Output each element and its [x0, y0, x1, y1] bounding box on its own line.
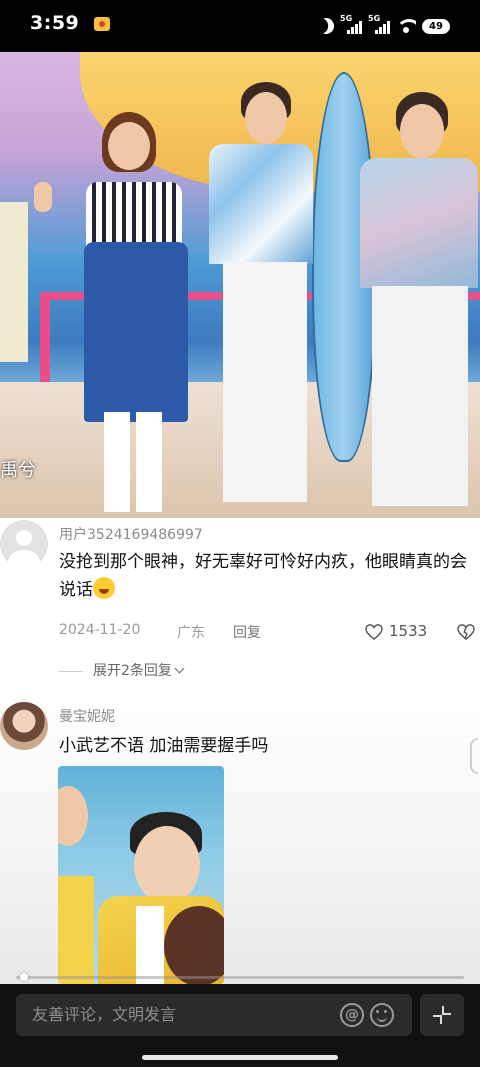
video-caption: 禹兮 — [0, 460, 36, 481]
comment-input[interactable]: 友善评论，文明发言 @ — [16, 994, 412, 1036]
emoji-icon[interactable] — [370, 1003, 394, 1027]
comment-text-content: 没抢到那个眼神，好无辜好可怜好内疚，他眼睛真的会说话 — [59, 552, 467, 600]
like-count: 1533 — [389, 622, 428, 640]
person-left-edge — [0, 182, 52, 362]
comment-input-placeholder: 友善评论，文明发言 — [32, 1005, 177, 1024]
battery-icon: 49 — [422, 18, 450, 34]
collapse-button[interactable] — [420, 994, 464, 1036]
video-player[interactable]: 禹兮 — [0, 52, 480, 518]
status-indicators: 5G 5G 49 — [318, 14, 450, 38]
person-woman — [80, 112, 190, 512]
avatar[interactable] — [0, 702, 48, 750]
comment-list[interactable]: 用户3524169486997 没抢到那个眼神，好无辜好可怜好内疚，他眼睛真的会… — [0, 518, 480, 984]
video-progress-bar[interactable] — [16, 973, 464, 981]
chevron-down-icon — [174, 663, 185, 674]
at-icon[interactable]: @ — [340, 1003, 364, 1027]
comment-image[interactable] — [58, 766, 224, 984]
status-bar: 3:59 5G 5G 49 — [0, 0, 480, 52]
expand-replies-label: 展开2条回复 — [93, 663, 172, 679]
comment-meta: 2024-11-20 广东 回复 1533 — [59, 622, 480, 642]
avatar[interactable] — [0, 520, 48, 568]
expand-replies-button[interactable]: 展开2条回复 — [59, 660, 185, 680]
side-handle[interactable] — [470, 738, 478, 774]
person-man-middle — [205, 82, 315, 512]
reply-button[interactable]: 回复 — [233, 622, 261, 642]
collapse-icon — [433, 1006, 451, 1024]
signal-icon: 5G — [340, 14, 362, 34]
comment-text: 没抢到那个眼神，好无辜好可怜好内疚，他眼睛真的会说话 — [59, 548, 479, 604]
person-man-right — [360, 92, 478, 512]
laughing-crying-emoji-icon — [93, 577, 115, 599]
divider — [59, 670, 83, 672]
progress-handle[interactable] — [20, 973, 29, 981]
comment-username[interactable]: 曼宝妮妮 — [59, 706, 115, 726]
heart-icon[interactable] — [365, 624, 383, 640]
comment-location: 广东 — [177, 625, 205, 641]
home-indicator[interactable] — [142, 1055, 338, 1060]
status-time: 3:59 — [30, 12, 80, 34]
signal-icon: 5G — [368, 14, 390, 34]
wifi-icon — [396, 19, 416, 33]
comment-username[interactable]: 用户3524169486997 — [59, 524, 203, 544]
notification-app-icon — [94, 17, 110, 31]
comment-date: 2024-11-20 — [59, 622, 141, 638]
moon-icon — [315, 15, 337, 37]
comment-input-bar: 友善评论，文明发言 @ — [0, 984, 480, 1067]
comment-text: 小武艺不语 加油需要握手吗 — [59, 736, 269, 756]
dislike-icon[interactable] — [457, 624, 475, 640]
